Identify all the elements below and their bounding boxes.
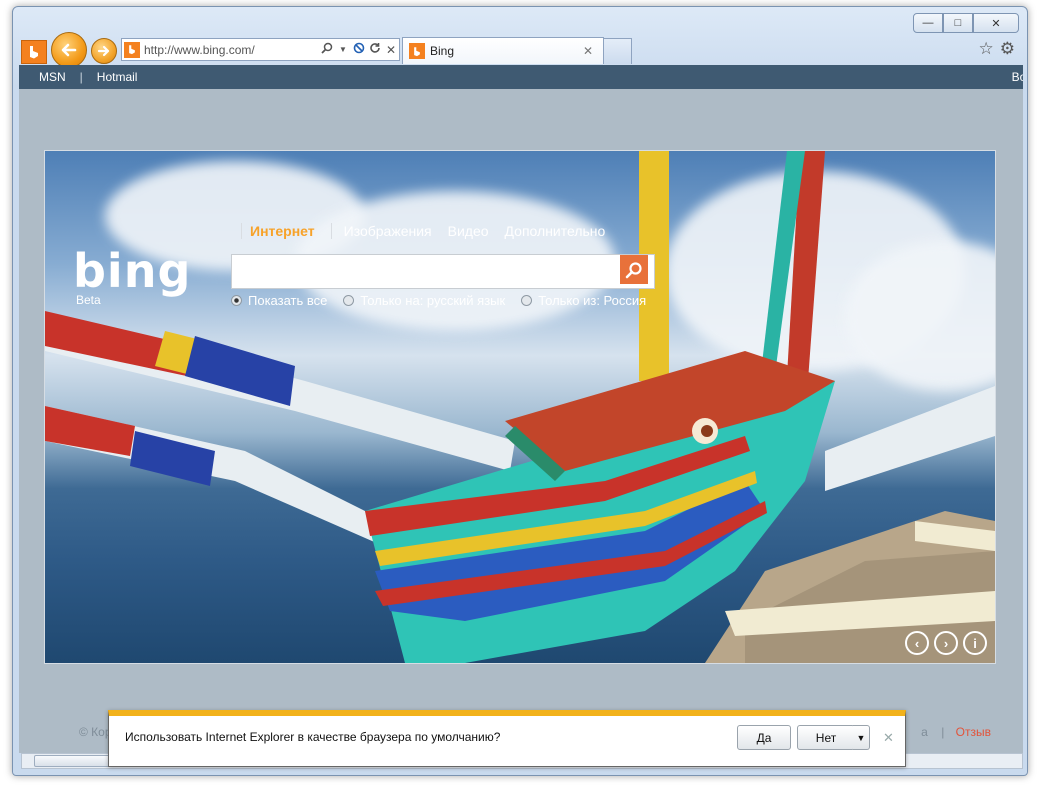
radio-checked-icon <box>231 295 242 306</box>
search-icon <box>625 261 642 278</box>
radio-russian-only[interactable]: Только на: русский язык <box>343 293 505 308</box>
address-bar[interactable]: http://www.bing.com/ ▼ ✕ <box>121 38 400 61</box>
back-arrow-icon <box>61 43 77 57</box>
refresh-icon[interactable] <box>367 42 383 57</box>
tab-video[interactable]: Видео <box>448 223 489 239</box>
search-input[interactable] <box>231 254 655 289</box>
radio-show-all[interactable]: Показать все <box>231 293 327 308</box>
window-controls: — □ ✕ <box>913 13 1019 33</box>
forward-arrow-icon <box>97 45 110 57</box>
footer-links: а | Отзыв <box>921 725 991 739</box>
hero-image: Интернет Изображения Видео Дополнительно… <box>44 150 996 664</box>
bing-top-links: MSN | Hotmail Вой <box>19 65 1023 89</box>
toolbar-right: ☆ ⚙ <box>979 39 1016 59</box>
address-url[interactable]: http://www.bing.com/ <box>144 43 319 57</box>
search-icon[interactable] <box>319 42 335 57</box>
forward-button[interactable] <box>91 38 117 64</box>
no-button[interactable]: Нет <box>797 725 855 750</box>
back-button[interactable] <box>51 32 87 68</box>
radio-label: Только из: Россия <box>538 293 647 308</box>
bing-logo: bing <box>73 244 192 298</box>
radio-label: Только на: русский язык <box>360 293 506 308</box>
info-icon[interactable]: i <box>963 631 987 655</box>
bing-favicon-icon <box>409 43 425 59</box>
tab-more[interactable]: Дополнительно <box>505 223 606 239</box>
tab-internet[interactable]: Интернет <box>241 223 315 239</box>
maximize-button[interactable]: □ <box>943 13 973 33</box>
dropdown-icon[interactable]: ▼ <box>335 45 351 54</box>
yes-button[interactable]: Да <box>737 725 791 750</box>
search-button[interactable] <box>620 255 648 284</box>
close-icon[interactable]: ✕ <box>383 43 399 57</box>
close-window-button[interactable]: ✕ <box>973 13 1019 33</box>
default-browser-notification: Использовать Internet Explorer в качеств… <box>108 710 906 767</box>
link-msn[interactable]: MSN <box>39 70 66 84</box>
close-icon[interactable]: ✕ <box>883 730 894 746</box>
star-icon[interactable]: ☆ <box>979 39 994 59</box>
notification-message: Использовать Internet Explorer в качеств… <box>125 730 501 744</box>
radio-unchecked-icon <box>343 295 355 306</box>
beta-label: Beta <box>76 293 101 307</box>
chevron-down-icon[interactable]: ▼ <box>853 725 870 750</box>
page-content: MSN | Hotmail Вой <box>19 65 1023 753</box>
tab-images[interactable]: Изображения <box>344 223 432 239</box>
previous-image-icon[interactable]: ‹ <box>905 631 929 655</box>
bing-favicon-icon <box>124 41 140 58</box>
bing-favicon-icon <box>21 40 47 64</box>
minimize-button[interactable]: — <box>913 13 943 33</box>
link-separator: | <box>79 70 83 84</box>
close-tab-icon[interactable]: ✕ <box>583 44 603 58</box>
tab-bing[interactable]: Bing ✕ <box>402 37 604 64</box>
radio-unchecked-icon <box>521 295 533 306</box>
search-verticals: Интернет Изображения Видео Дополнительно <box>241 223 621 239</box>
radio-label: Показать все <box>248 293 328 308</box>
gear-icon[interactable]: ⚙ <box>1000 39 1015 59</box>
link-signin[interactable]: Вой <box>1012 70 1023 84</box>
link-hotmail[interactable]: Hotmail <box>97 70 138 84</box>
feedback-link[interactable]: Отзыв <box>956 725 991 739</box>
browser-window: — □ ✕ http://www.bing.com/ ▼ ✕ Bing ✕ ☆ … <box>12 6 1028 776</box>
new-tab-button[interactable] <box>603 38 632 64</box>
radio-russia-only[interactable]: Только из: Россия <box>521 293 646 308</box>
stop-icon[interactable] <box>351 42 367 57</box>
search-scope: Показать все Только на: русский язык Тол… <box>231 293 662 308</box>
next-image-icon[interactable]: › <box>934 631 958 655</box>
footer-separator: | <box>941 725 945 739</box>
nav-divider <box>330 223 332 239</box>
footer-link-partial[interactable]: а <box>921 725 928 739</box>
tab-title: Bing <box>430 44 455 58</box>
